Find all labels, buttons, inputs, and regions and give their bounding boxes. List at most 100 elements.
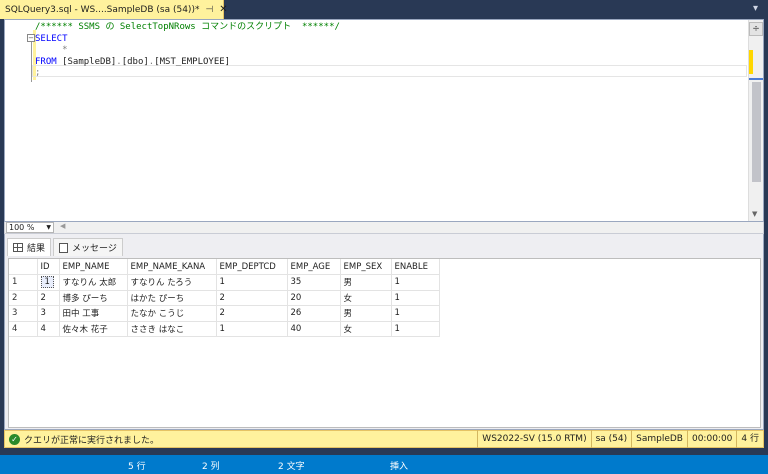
table-row[interactable]: 2 2 博多 ぴーち はかた ぴーち 2 20 女 1 [9,290,440,306]
status-rows: 4 行 [736,430,763,448]
code-line[interactable]: SELECT [35,34,340,46]
results-grid[interactable]: ID EMP_NAME EMP_NAME_KANA EMP_DEPTCD EMP… [8,258,761,428]
query-tab-title: SQLQuery3.sql - WS....SampleDB (sa (54))… [5,4,200,15]
code-token: FROM [35,56,63,67]
table-cell[interactable]: 4 [37,321,60,337]
code-line[interactable]: ; [35,68,340,80]
code-token: SELECT [35,33,68,44]
status-mode: 挿入 [390,462,409,472]
caret-position-marker [749,78,763,80]
sql-editor[interactable]: − /****** SSMS の SelectTopNRows コマンドのスクリ… [4,19,764,222]
code-token: [SampleDB] [62,56,117,67]
results-tabs: 結果 メッセージ [7,238,125,256]
table-cell[interactable]: 女 [340,290,392,306]
column-header[interactable]: ENABLE [391,259,440,275]
row-number[interactable]: 4 [9,321,38,337]
status-chars: 2 文字 [278,462,305,472]
column-header[interactable]: EMP_DEPTCD [216,259,288,275]
collapse-icon[interactable]: − [27,34,35,42]
code-line[interactable]: * [35,45,340,57]
scrollbar-thumb[interactable] [752,82,761,182]
split-editor-icon[interactable]: ÷ [749,22,763,36]
chevron-down-icon: ▼ [46,224,51,231]
table-cell[interactable]: 1 [216,321,288,337]
column-header[interactable]: EMP_NAME_KANA [127,259,217,275]
table-cell[interactable]: 1 [391,321,440,337]
status-message: クエリが正常に実行されました。 [24,435,160,446]
table-cell[interactable]: 2 [216,305,288,322]
close-icon[interactable]: ✕ [219,4,227,15]
code-line[interactable]: /****** SSMS の SelectTopNRows コマンドのスクリプト… [35,22,340,34]
column-header[interactable]: EMP_NAME [59,259,128,275]
table-cell[interactable]: はかた ぴーち [127,290,217,306]
table-cell[interactable]: 男 [340,274,392,291]
tab-messages[interactable]: メッセージ [53,238,123,256]
check-icon: ✓ [9,433,20,445]
table-cell[interactable]: 1 [37,274,60,291]
table-cell[interactable]: 3 [37,305,60,322]
table-cell[interactable]: 田中 工事 [59,305,128,322]
tab-results[interactable]: 結果 [7,238,52,256]
table-cell[interactable]: 1 [391,305,440,322]
status-database: SampleDB [631,430,687,448]
table-row[interactable]: 4 4 佐々木 花子 ささき はなこ 1 40 女 1 [9,321,440,337]
table-cell[interactable]: 博多 ぴーち [59,290,128,306]
zoom-select[interactable]: 100 % ▼ [6,222,54,233]
status-column: 2 列 [202,462,220,472]
tab-messages-label: メッセージ [72,244,117,254]
tab-results-label: 結果 [27,244,46,254]
row-number[interactable]: 2 [9,290,38,306]
table-cell[interactable]: 26 [287,305,341,322]
code-token: /****** SSMS の SelectTopNRows コマンドのスクリプト… [35,22,340,32]
table-cell[interactable]: 1 [391,290,440,306]
status-user: sa (54) [590,430,632,448]
column-header[interactable]: ID [37,259,60,275]
document-tab-strip: SQLQuery3.sql - WS....SampleDB (sa (54))… [0,0,768,19]
status-time: 00:00:00 [686,430,736,448]
table-cell[interactable]: 1 [391,274,440,291]
table-cell[interactable]: 2 [37,290,60,306]
code-token: [dbo] [121,56,149,67]
column-header[interactable] [9,259,38,275]
ide-status-bar: 5 行 2 列 2 文字 挿入 [0,455,768,474]
scroll-down-icon[interactable]: ▼ [752,210,757,218]
scroll-left-icon[interactable]: ◀ [60,222,65,230]
header-row: ID EMP_NAME EMP_NAME_KANA EMP_DEPTCD EMP… [9,259,440,275]
table-cell[interactable]: 佐々木 花子 [59,321,128,337]
column-header[interactable]: EMP_AGE [287,259,341,275]
grid-icon [13,243,23,252]
query-status-bar: ✓ クエリが正常に実行されました。 WS2022-SV (15.0 RTM) s… [4,430,764,448]
table-cell[interactable]: 1 [216,274,288,291]
table-cell[interactable]: 女 [340,321,392,337]
row-number[interactable]: 3 [9,305,38,322]
code-token: ; [35,68,41,78]
column-header[interactable]: EMP_SEX [340,259,392,275]
table-cell[interactable]: ささき はなこ [127,321,217,337]
message-icon [59,242,69,253]
editor-vertical-scrollbar[interactable]: ÷ ▼ [748,20,763,221]
table-cell[interactable]: 35 [287,274,341,291]
pin-icon[interactable]: ⊣ [205,5,213,15]
zoom-bar: 100 % ▼ ◀ [4,222,764,234]
row-number[interactable]: 1 [9,274,38,291]
query-document-tab[interactable]: SQLQuery3.sql - WS....SampleDB (sa (54))… [0,0,228,19]
status-server: WS2022-SV (15.0 RTM) [477,430,590,448]
selected-cell[interactable]: 1 [40,276,54,289]
table-cell[interactable]: 男 [340,305,392,322]
table-cell[interactable]: たなか こうじ [127,305,217,322]
table-row[interactable]: 1 1 すなりん 太郎 すなりん たろう 1 35 男 1 [9,274,440,291]
table-cell[interactable]: 20 [287,290,341,306]
change-marker [749,50,753,74]
table-cell[interactable]: 40 [287,321,341,337]
code-token: [MST_EMPLOYEE] [154,56,231,67]
editor-margin [5,20,31,221]
table-cell[interactable]: すなりん 太郎 [59,274,128,291]
table-cell[interactable]: 2 [216,290,288,306]
code-text[interactable]: /****** SSMS の SelectTopNRows コマンドのスクリプト… [35,22,340,80]
code-line[interactable]: FROM [SampleDB].[dbo].[MST_EMPLOYEE] [35,57,340,69]
table-cell[interactable]: すなりん たろう [127,274,217,291]
results-table: ID EMP_NAME EMP_NAME_KANA EMP_DEPTCD EMP… [9,259,440,337]
code-token: * [35,45,68,55]
table-row[interactable]: 3 3 田中 工事 たなか こうじ 2 26 男 1 [9,305,440,322]
tab-overflow-icon[interactable]: ▾ [753,3,758,14]
